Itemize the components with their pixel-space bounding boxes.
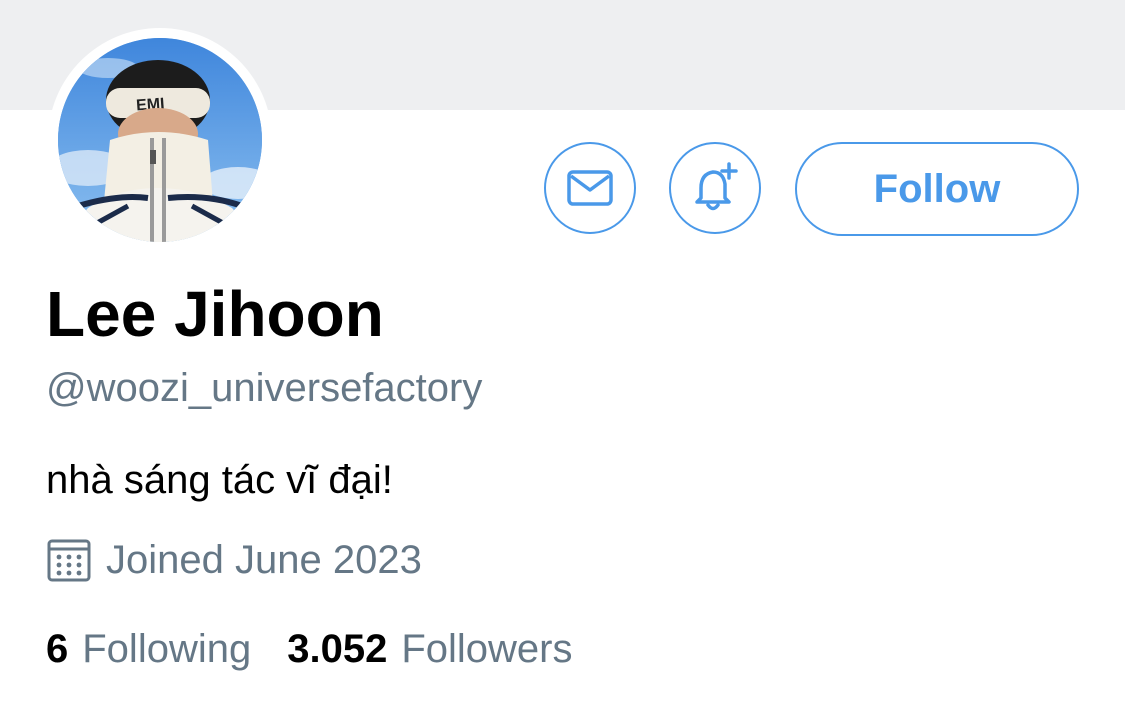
follow-button[interactable]: Follow xyxy=(795,142,1079,236)
message-button[interactable] xyxy=(544,142,636,234)
joined-date: Joined June 2023 xyxy=(106,538,422,582)
profile-bio: nhà sáng tác vĩ đại! xyxy=(46,458,393,502)
following-count: 6 xyxy=(46,627,69,671)
profile-page: EMI Follow Lee Jihoon @woozi_universefac… xyxy=(0,0,1125,709)
notifications-button[interactable] xyxy=(669,142,761,234)
followers-count: 3.052 xyxy=(287,627,388,671)
following-link[interactable]: 6 Following xyxy=(46,629,251,669)
calendar-icon xyxy=(46,537,92,583)
display-name: Lee Jihoon xyxy=(46,278,384,350)
following-label: Following xyxy=(82,627,252,671)
avatar-photo: EMI xyxy=(58,38,262,242)
followers-label: Followers xyxy=(401,627,573,671)
avatar[interactable]: EMI xyxy=(58,38,262,242)
joined-date-row: Joined June 2023 xyxy=(46,537,422,583)
envelope-icon xyxy=(566,168,614,208)
username-handle: @woozi_universefactory xyxy=(46,366,483,410)
followers-link[interactable]: 3.052 Followers xyxy=(287,629,572,669)
bell-plus-icon xyxy=(687,160,743,216)
follow-stats: 6 Following 3.052 Followers xyxy=(46,629,572,669)
